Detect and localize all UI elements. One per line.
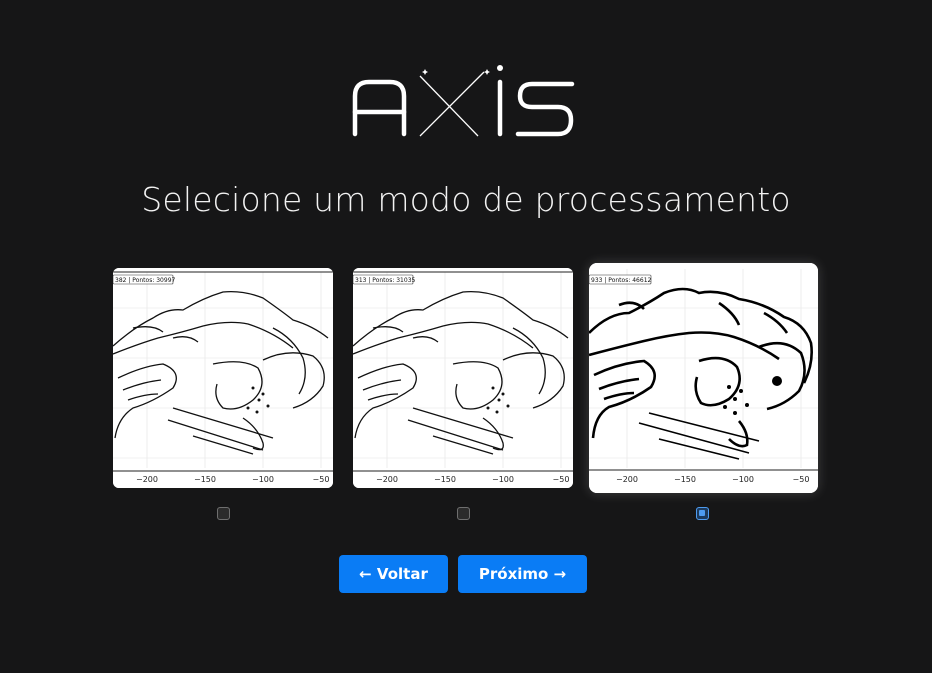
- x-tick-label: −150: [434, 475, 456, 484]
- axis-logo: [352, 65, 575, 137]
- mode-option-3[interactable]: 933 | Pontos: 46612 −200 −150 −100 −50: [589, 263, 818, 493]
- x-tick-label: −100: [732, 475, 754, 484]
- x-tick-label: −150: [674, 475, 696, 484]
- mode-option-3-checkbox[interactable]: [696, 507, 709, 520]
- mode-option-1[interactable]: 382 | Pontos: 30997 −200 −150 −100 −50: [113, 268, 333, 488]
- option-info-label: 382 | Pontos: 30997: [115, 277, 176, 284]
- x-tick-label: −200: [136, 475, 158, 484]
- back-button[interactable]: ← Voltar: [339, 555, 448, 593]
- x-tick-label: −50: [553, 475, 570, 484]
- x-tick-label: −100: [492, 475, 514, 484]
- x-tick-label: −150: [194, 475, 216, 484]
- mode-option-1-checkbox[interactable]: [217, 507, 230, 520]
- next-button[interactable]: Próximo →: [458, 555, 587, 593]
- x-tick-label: −200: [616, 475, 638, 484]
- option-info-label: 313 | Pontos: 31035: [355, 277, 416, 284]
- x-tick-label: −100: [252, 475, 274, 484]
- x-tick-label: −50: [793, 475, 810, 484]
- x-tick-label: −200: [376, 475, 398, 484]
- option-info-label: 933 | Pontos: 46612: [591, 277, 652, 284]
- page-title: Selecione um modo de processamento: [141, 180, 791, 219]
- mode-option-2-checkbox[interactable]: [457, 507, 470, 520]
- mode-option-2[interactable]: 313 | Pontos: 31035 −200 −150 −100 −50: [353, 268, 573, 488]
- x-tick-label: −50: [313, 475, 330, 484]
